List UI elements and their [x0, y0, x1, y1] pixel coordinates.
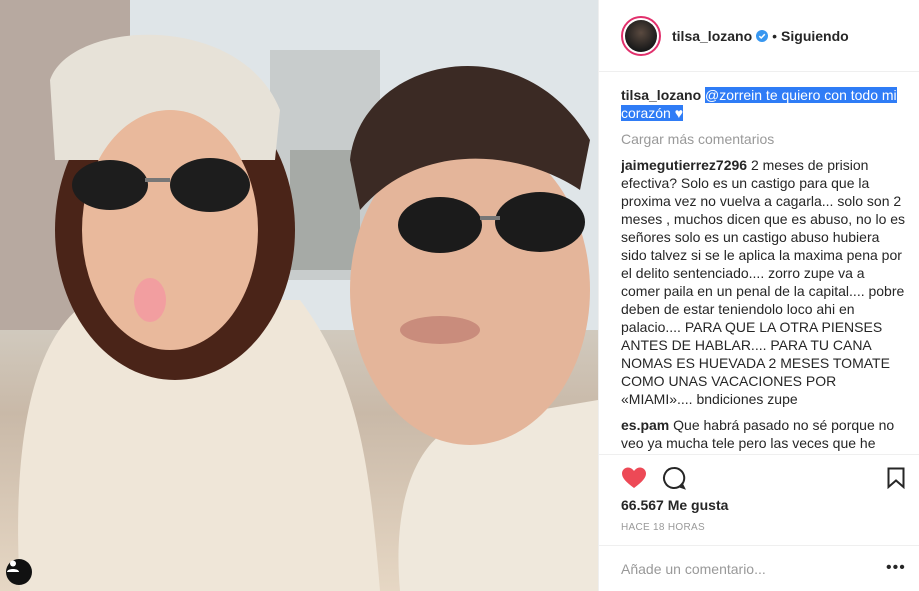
action-bar	[599, 454, 919, 498]
post-header: tilsa_lozano • Siguiendo	[599, 0, 919, 72]
verified-badge-icon	[756, 29, 769, 42]
comment-text: 2 meses de prision efectiva? Solo es un …	[621, 157, 906, 407]
like-count[interactable]: 66.567 Me gusta	[621, 497, 728, 513]
post-photo[interactable]	[0, 0, 598, 591]
like-button[interactable]	[621, 465, 647, 491]
person-icon	[7, 560, 19, 572]
heart-icon	[622, 467, 646, 488]
comment-username[interactable]: es.pam	[621, 417, 669, 433]
tag-people-button[interactable]	[6, 559, 32, 585]
header-separator: •	[772, 27, 778, 44]
post-sidebar: tilsa_lozano • Siguiendo tilsa_lozano @z…	[598, 0, 919, 591]
header-username[interactable]: tilsa_lozano	[672, 28, 752, 44]
comment-button[interactable]	[661, 465, 687, 491]
list-item: jaimegutierrez7296 2 meses de prision ef…	[621, 156, 906, 408]
more-options-icon[interactable]: •••	[886, 560, 906, 576]
photo-illustration	[0, 0, 598, 591]
avatar-image	[625, 19, 657, 52]
list-item: es.pam Que habrá pasado no sé porque no …	[621, 416, 906, 452]
heart-emoji-icon: ♥	[674, 105, 684, 121]
comments-list: tilsa_lozano @zorrein te quiero con todo…	[621, 86, 906, 454]
save-button[interactable]	[883, 465, 909, 491]
caption: tilsa_lozano @zorrein te quiero con todo…	[621, 86, 906, 122]
bookmark-icon	[887, 467, 905, 489]
caption-username[interactable]: tilsa_lozano	[621, 87, 701, 103]
following-button[interactable]: Siguiendo	[781, 28, 849, 44]
post-timestamp[interactable]: HACE 18 HORAS	[621, 522, 705, 533]
instagram-post: tilsa_lozano • Siguiendo tilsa_lozano @z…	[0, 0, 919, 591]
comment-input[interactable]	[621, 558, 871, 580]
load-more-comments-link[interactable]: Cargar más comentarios	[621, 130, 906, 148]
avatar[interactable]	[621, 15, 661, 56]
add-comment-bar: •••	[599, 545, 919, 591]
comment-username[interactable]: jaimegutierrez7296	[621, 157, 747, 173]
comment-icon	[663, 466, 686, 490]
